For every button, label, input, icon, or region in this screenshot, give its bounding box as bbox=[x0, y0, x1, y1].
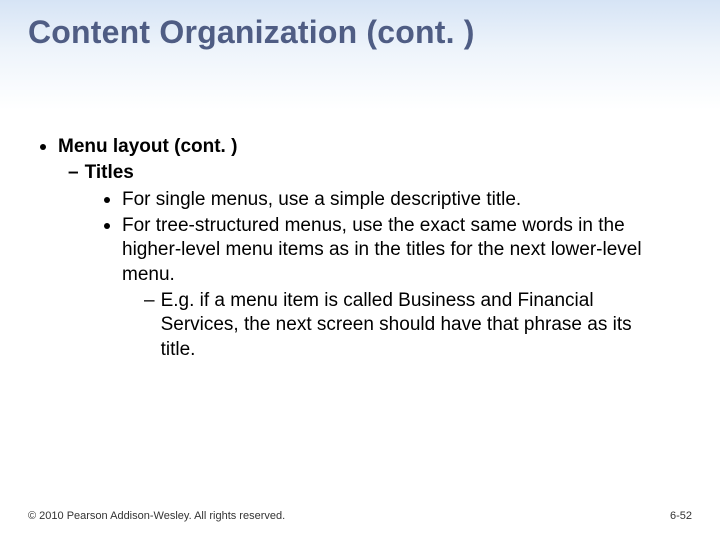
bullet-level-4: – E.g. if a menu item is called Business… bbox=[144, 289, 680, 362]
bullet-text: Menu layout (cont. ) bbox=[58, 135, 680, 159]
bullet-dot-icon bbox=[104, 223, 110, 229]
slide: Content Organization (cont. ) Menu layou… bbox=[0, 0, 720, 540]
bullet-text: Titles bbox=[85, 161, 680, 185]
bullet-text: For single menus, use a simple descripti… bbox=[122, 188, 662, 212]
bullet-dash-icon: – bbox=[144, 289, 155, 313]
bullet-level-3: For tree-structured menus, use the exact… bbox=[104, 214, 680, 287]
bullet-dot-icon bbox=[104, 197, 110, 203]
bullet-level-1: Menu layout (cont. ) bbox=[40, 135, 680, 159]
slide-title: Content Organization (cont. ) bbox=[28, 14, 475, 51]
bullet-dash-icon: – bbox=[68, 161, 79, 185]
bullet-text: For tree-structured menus, use the exact… bbox=[122, 214, 662, 287]
bullet-level-3: For single menus, use a simple descripti… bbox=[104, 188, 680, 212]
bullet-text: E.g. if a menu item is called Business a… bbox=[161, 289, 661, 362]
slide-body: Menu layout (cont. ) – Titles For single… bbox=[40, 135, 680, 362]
footer-page-number: 6-52 bbox=[670, 510, 692, 522]
footer-copyright: © 2010 Pearson Addison-Wesley. All right… bbox=[28, 510, 285, 522]
bullet-dot-icon bbox=[40, 144, 46, 150]
bullet-level-2: – Titles bbox=[68, 161, 680, 185]
